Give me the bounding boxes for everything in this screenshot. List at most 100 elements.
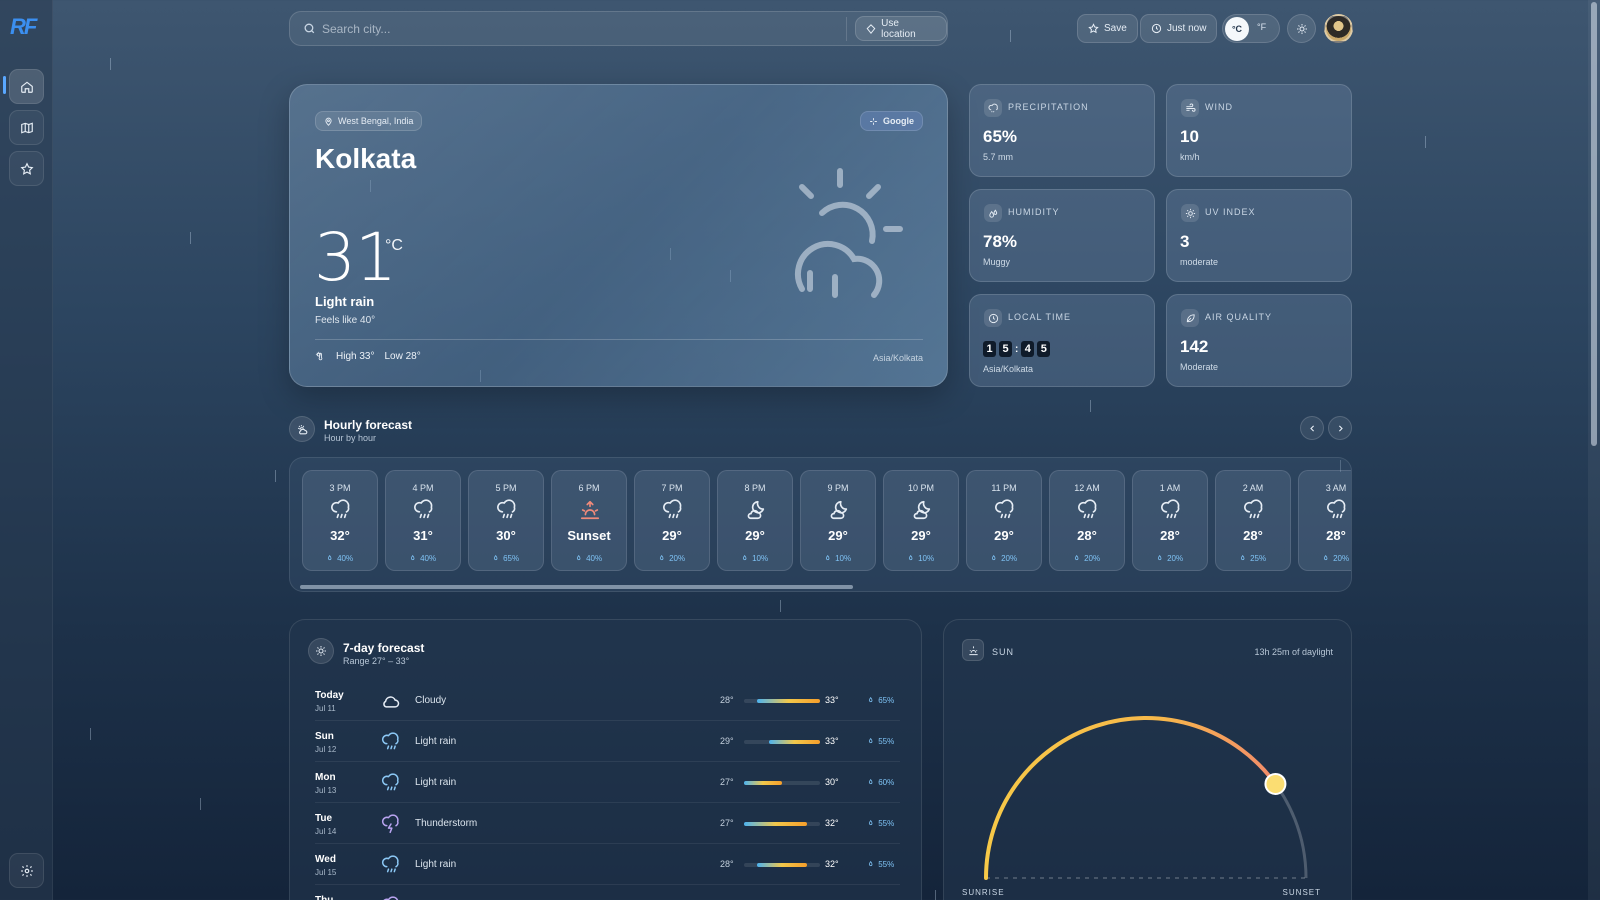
droplets-icon (327, 555, 332, 561)
day-temp-range-bar (744, 740, 820, 744)
hour-precip: 20% (967, 553, 1041, 563)
hour-card[interactable]: 7 PM 29° 20% (634, 470, 710, 571)
rain-icon (1161, 499, 1180, 519)
hour-card[interactable]: 3 AM 28° 20% (1298, 470, 1351, 571)
day-date: Jul 14 (315, 827, 337, 836)
local-time-card[interactable]: LOCAL TIME 1 5 : 4 5 Asia/Kolkata (969, 294, 1155, 387)
day-icon (381, 814, 401, 839)
hour-card[interactable]: 12 AM 28° 20% (1049, 470, 1125, 571)
unit-toggle[interactable]: °C °F (1222, 14, 1280, 43)
day-icon (381, 691, 401, 716)
day-row[interactable]: Sun Jul 12 Light rain 29° 33° 55% (315, 722, 900, 762)
day-precip: 55% (868, 859, 894, 869)
hourly-scrollbar-thumb[interactable] (300, 585, 853, 589)
search-divider (846, 16, 848, 41)
uv-index-card[interactable]: UV INDEX 3 moderate (1166, 189, 1352, 282)
hour-icon (579, 499, 601, 526)
day-temp-range-bar (744, 781, 820, 785)
rain-icon (381, 773, 399, 791)
hour-precip: 65% (469, 553, 543, 563)
day-name: Wed (315, 854, 336, 865)
unit-fahrenheit[interactable]: °F (1257, 22, 1266, 32)
settings-button[interactable] (9, 853, 44, 888)
day-row[interactable]: Today Jul 11 Cloudy 28° 33° 65% (315, 681, 900, 721)
hour-precip: 20% (1299, 553, 1351, 563)
hourly-prev-button[interactable] (1300, 416, 1324, 440)
unit-celsius[interactable]: °C (1225, 17, 1249, 41)
hour-card[interactable]: 1 AM 28° 20% (1132, 470, 1208, 571)
cloud-icon (383, 696, 400, 708)
current-temperature: 31 (314, 219, 397, 296)
day-date: Jul 12 (315, 745, 337, 754)
source-badge[interactable]: Google (860, 111, 923, 131)
hour-card[interactable]: 10 PM 29° 10% (883, 470, 959, 571)
location-badge[interactable]: West Bengal, India (315, 111, 423, 131)
sun-icon (1185, 208, 1195, 218)
theme-toggle-button[interactable] (1287, 14, 1316, 43)
precipitation-card[interactable]: PRECIPITATION 65% 5.7 mm (969, 84, 1155, 177)
seven-day-forecast-card: 7-day forecast Range 27° – 33° Today Jul … (289, 619, 922, 900)
hourly-forecast-strip[interactable]: 3 PM 32° 40% 4 PM 31° 40% 5 PM 30° 65% 6 PM Sun… (289, 457, 1352, 592)
sidebar-item-map[interactable] (9, 110, 44, 145)
day-temp-range-fill (756, 699, 820, 703)
local-time-label: LOCAL TIME (1008, 312, 1072, 322)
hour-card[interactable]: 4 PM 31° 40% (385, 470, 461, 571)
air-quality-card[interactable]: AIR QUALITY 142 Moderate (1166, 294, 1352, 387)
day-row[interactable]: Wed Jul 15 Light rain 28° 32° 55% (315, 845, 900, 885)
rain-cloud-icon (987, 103, 998, 112)
day-row[interactable]: ThuHeavy thunderstorm28°31° 65% (315, 886, 900, 900)
hour-icon (496, 499, 518, 526)
day-precip: 60% (868, 777, 894, 787)
hour-temp: Sunset (567, 528, 611, 543)
avatar[interactable] (1324, 14, 1353, 43)
sidebar-item-home[interactable] (9, 69, 44, 104)
hour-precip-value: 20% (669, 554, 686, 563)
sun-arc (984, 716, 1308, 880)
hour-card[interactable]: 2 AM 28° 25% (1215, 470, 1291, 571)
sidebar-item-favorites[interactable] (9, 151, 44, 186)
droplets-icon (868, 738, 873, 744)
droplets-icon (991, 555, 996, 561)
refresh-status-button[interactable]: Just now (1140, 14, 1218, 43)
use-location-button[interactable]: Use location (855, 16, 947, 41)
search-bar: Use location (289, 11, 948, 46)
clock-separator: : (1015, 343, 1019, 355)
day-low: 28° (720, 695, 734, 705)
humidity-label: HUMIDITY (1008, 207, 1060, 217)
hour-precip: 20% (1050, 553, 1124, 563)
hour-card[interactable]: 6 PM Sunset 40% (551, 470, 627, 571)
app-logo[interactable]: RF (10, 14, 37, 40)
sunrise-label: SUNRISE (962, 888, 1005, 897)
day-row[interactable]: Mon Jul 13 Light rain 27° 30° 60% (315, 763, 900, 803)
search-input[interactable] (321, 21, 841, 36)
sunset-icon (580, 500, 600, 520)
rain-icon (497, 499, 516, 519)
day-low: 27° (720, 777, 734, 787)
day-icon (381, 773, 401, 798)
hour-precip-value: 40% (586, 554, 603, 563)
temperature-unit: °C (385, 237, 403, 254)
day-row[interactable]: Tue Jul 14 Thunderstorm 27° 32° 55% (315, 804, 900, 844)
save-button[interactable]: Save (1077, 14, 1138, 43)
hourly-next-button[interactable] (1328, 416, 1352, 440)
hour-card[interactable]: 5 PM 30° 65% (468, 470, 544, 571)
air-quality-description: Moderate (1180, 362, 1219, 372)
hour-precip-value: 20% (1333, 554, 1350, 563)
hour-card[interactable]: 8 PM 29° 10% (717, 470, 793, 571)
hour-card[interactable]: 3 PM 32° 40% (302, 470, 378, 571)
current-weather-card: West Bengal, India Google Kolkata 31 °C … (289, 84, 948, 387)
air-quality-label: AIR QUALITY (1205, 312, 1273, 322)
page-scrollbar-thumb[interactable] (1591, 2, 1597, 446)
rain-icon (995, 499, 1014, 519)
hour-card[interactable]: 9 PM 29° 10% (800, 470, 876, 571)
hour-time: 5 PM (495, 483, 517, 493)
hour-icon (413, 499, 435, 526)
hour-card[interactable]: 11 PM 29° 20% (966, 470, 1042, 571)
day-temp-range-bar (744, 822, 820, 826)
day-high: 33° (825, 695, 839, 705)
wind-card[interactable]: WIND 10 km/h (1166, 84, 1352, 177)
page-scrollbar[interactable] (1588, 0, 1600, 900)
humidity-card[interactable]: HUMIDITY 78% Muggy (969, 189, 1155, 282)
day-precip: 55% (868, 818, 894, 828)
droplets-icon (988, 209, 997, 218)
